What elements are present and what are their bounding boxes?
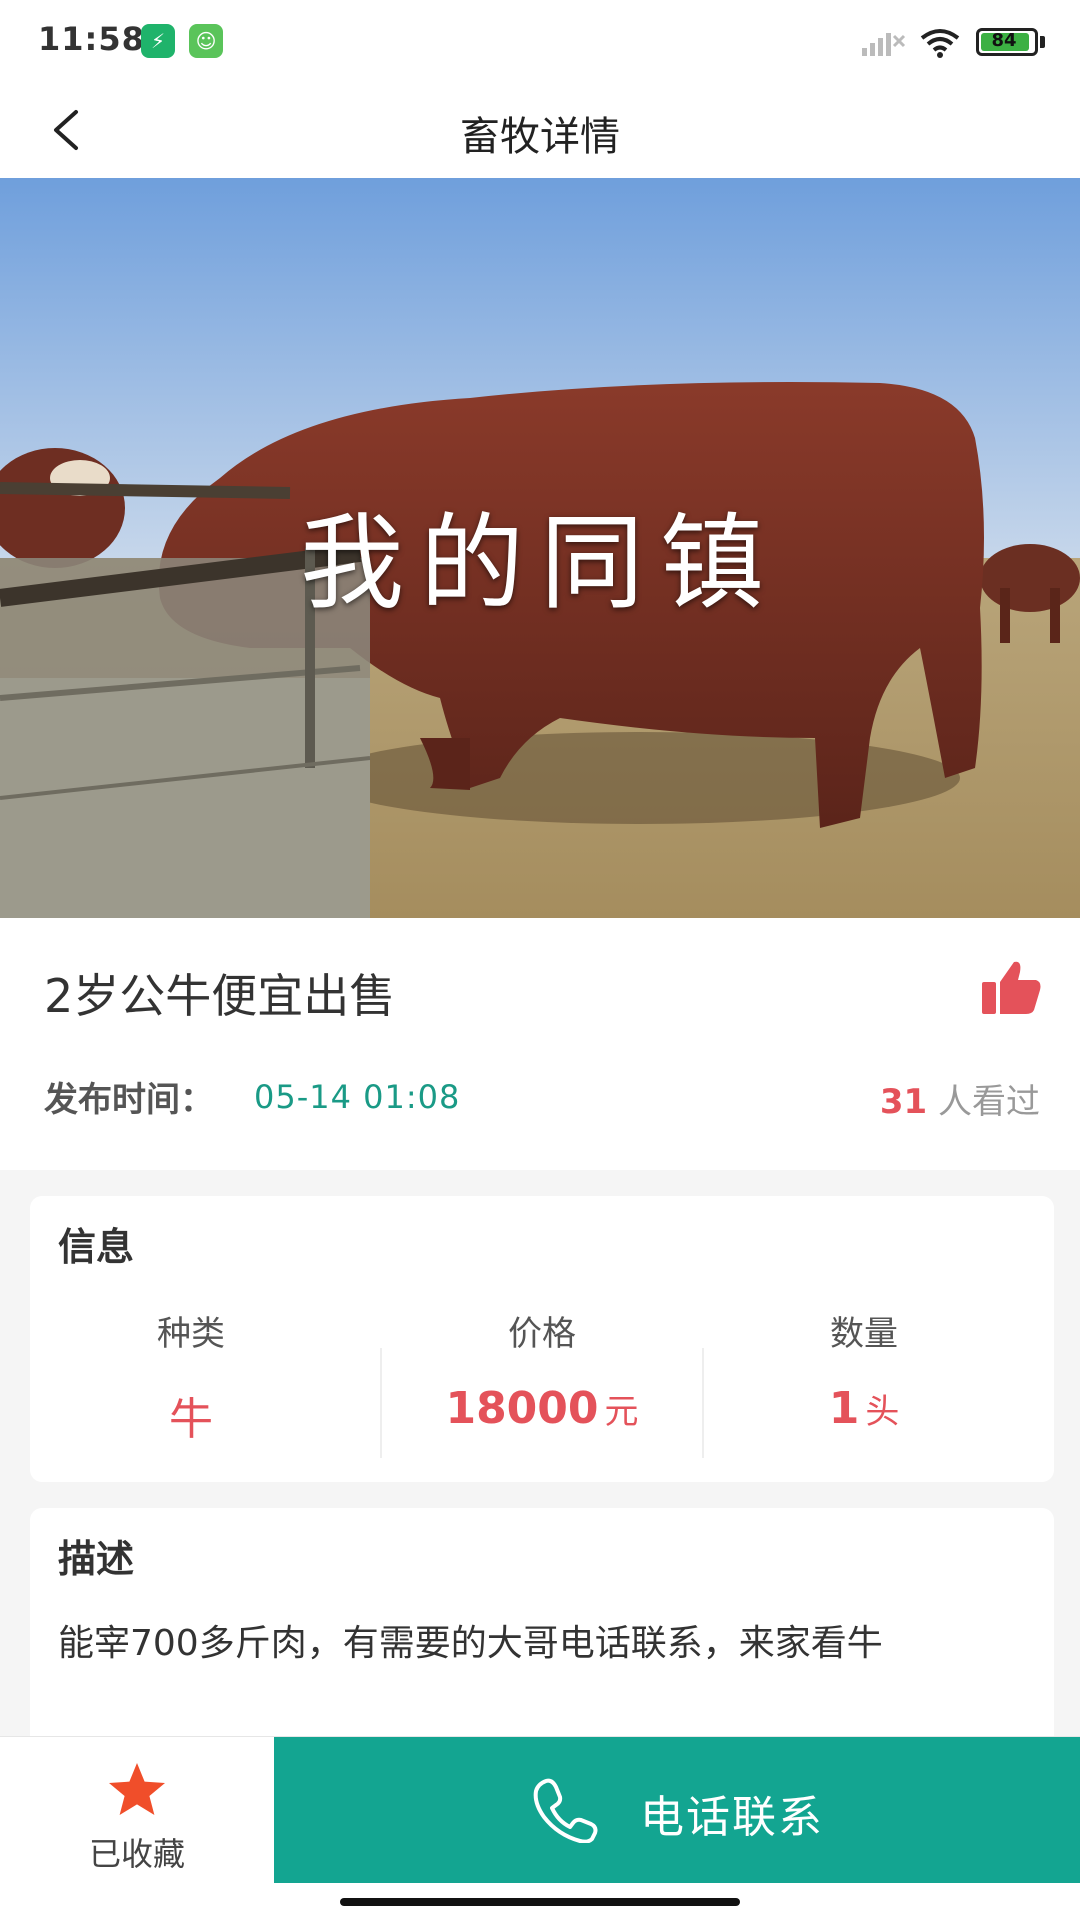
call-button[interactable]: 电话联系 [274,1737,1080,1883]
bottom-action-bar: 已收藏 电话联系 [0,1736,1080,1921]
status-bar: 11:58 ⚡ ☺ 84 [0,0,1080,82]
info-quantity: 数量 1头 [703,1306,1025,1434]
favorite-button[interactable]: 已收藏 [0,1737,274,1885]
view-count: 31 人看过 [880,1074,1040,1123]
price-value: 18000 元 [381,1383,703,1434]
price-number: 18000 [445,1383,599,1434]
info-card: 信息 种类 牛 价格 18000 元 数量 1头 [30,1196,1054,1482]
quantity-unit: 头 [865,1392,900,1432]
publish-time-value: 05-14 01:08 [254,1078,461,1116]
quantity-number: 1 [828,1383,860,1434]
price-label: 价格 [508,1314,576,1354]
quantity-value: 1头 [703,1383,1025,1434]
phone-icon [533,1778,598,1843]
hero-image-carousel[interactable]: 我的同镇 [0,178,1080,918]
status-time: 11:58 [38,20,145,58]
app-header: 畜牧详情 [0,82,1080,178]
battery-icon: 84 [976,28,1038,56]
thumbs-up-icon[interactable] [980,958,1042,1018]
publish-time-label: 发布时间： [44,1080,214,1120]
price-unit: 元 [604,1392,639,1432]
favorite-label: 已收藏 [88,1835,185,1873]
quantity-label: 数量 [830,1314,898,1354]
info-price: 价格 18000 元 [381,1306,703,1434]
description-card: 描述 能宰700多斤肉，有需要的大哥电话联系，来家看牛 [30,1508,1054,1748]
hero-watermark: 我的同镇 [299,502,780,624]
info-kind: 种类 牛 [30,1306,352,1447]
kind-value: 牛 [169,1394,213,1445]
call-label: 电话联系 [640,1792,824,1843]
listing-summary: 2岁公牛便宜出售 发布时间： 05-14 01:08 31 人看过 [0,918,1080,1170]
star-icon [109,1763,165,1815]
description-text: 能宰700多斤肉，有需要的大哥电话联系，来家看牛 [58,1623,883,1664]
page-title: 畜牧详情 [460,114,620,160]
info-heading: 信息 [58,1225,135,1269]
view-count-number: 31 [879,1082,928,1122]
view-count-suffix: 人看过 [938,1082,1040,1122]
app-badge-icon: ⚡ [141,24,175,58]
listing-title: 2岁公牛便宜出售 [44,969,396,1023]
battery-level: 84 [991,30,1017,51]
kind-label: 种类 [157,1314,225,1354]
wifi-icon [920,29,960,58]
app-badge-icon: ☺ [189,24,223,58]
home-indicator[interactable] [340,1898,740,1906]
signal-icon [862,33,906,56]
description-heading: 描述 [58,1537,135,1581]
